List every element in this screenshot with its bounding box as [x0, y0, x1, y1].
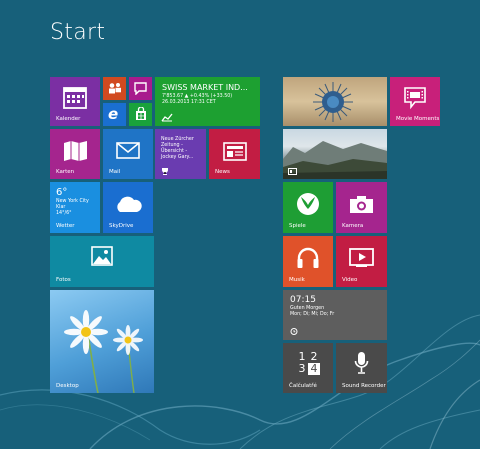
alarm-clock-icon: [290, 328, 298, 335]
tile-finance[interactable]: SWISS MARKET IND... 7'853.67 ▲ +0.43% (+…: [155, 77, 260, 126]
tile-musik[interactable]: Musik: [283, 236, 333, 287]
tile-label: Video: [342, 277, 358, 283]
internet-explorer-icon: e: [108, 105, 119, 123]
tile-desktop[interactable]: Desktop: [50, 290, 154, 393]
tile-label: Kamera: [342, 223, 364, 229]
sea-urchin-image: [313, 82, 353, 122]
tile-people[interactable]: [103, 77, 126, 100]
tile-photo-mountain[interactable]: [283, 129, 387, 179]
finance-headline: SWISS MARKET IND...: [162, 83, 248, 92]
tile-fotos[interactable]: Fotos: [50, 236, 154, 287]
trend-chart-icon: [161, 113, 173, 122]
people-icon: [109, 83, 121, 94]
envelope-icon: [116, 142, 140, 159]
tile-karten[interactable]: Karten: [50, 129, 100, 179]
tile-video[interactable]: Video: [336, 236, 387, 287]
video-play-icon: [349, 248, 374, 267]
tile-label: Musik: [289, 277, 305, 283]
cloud-icon: [117, 196, 142, 212]
tile-label: Fotos: [56, 277, 71, 283]
calc-digit: 4: [308, 363, 320, 375]
tile-internet-explorer[interactable]: e: [103, 103, 126, 126]
filmstrip-icon: [404, 87, 426, 110]
tile-news[interactable]: News: [209, 129, 260, 179]
start-title: Start: [50, 20, 106, 45]
microphone-icon: [354, 352, 369, 374]
photos-app-icon: [288, 168, 297, 175]
clock-time: 07:15: [290, 295, 316, 305]
tile-label: Wetter: [56, 223, 75, 229]
tile-store[interactable]: [129, 103, 152, 126]
tile-label: SkyDrive: [109, 223, 134, 229]
clock-days: Mon; Di; Mi; Do; Fr: [290, 312, 335, 317]
camera-icon: [350, 196, 373, 213]
tile-label: Kalender: [56, 116, 81, 122]
tile-label: Spiele: [289, 223, 306, 229]
tile-label: Movie Moments: [396, 116, 440, 122]
tile-sound-recorder[interactable]: Sound Recorder: [336, 343, 387, 393]
tile-label: Čalčulatřé: [289, 383, 317, 389]
tile-label: News: [215, 169, 230, 175]
tile-alarm-clock[interactable]: 07:15 Guten Morgen Mon; Di; Mi; Do; Fr: [283, 290, 387, 340]
trophy-icon: [162, 168, 168, 175]
headphones-icon: [297, 247, 319, 268]
weather-range: 14°/6°: [56, 211, 72, 216]
xbox-icon: [297, 193, 319, 215]
mountain-image: [283, 141, 387, 179]
tile-news-alert[interactable]: Neue Zürcher Zeitung - Übersicht - Jocke…: [155, 129, 206, 179]
tile-label: Sound Recorder: [342, 383, 386, 389]
tile-kalender[interactable]: Kalender: [50, 77, 100, 126]
tile-calculator[interactable]: 1 2 3 4 Čalčulatřé: [283, 343, 333, 393]
chat-bubble-icon: [134, 82, 147, 95]
map-icon: [64, 141, 87, 161]
photo-icon: [91, 246, 113, 266]
tile-messaging[interactable]: [129, 77, 152, 100]
calculator-icon: 1 2 3 4: [296, 351, 320, 375]
news-alert-text: Neue Zürcher Zeitung - Übersicht - Jocke…: [161, 137, 194, 160]
tile-label: Desktop: [56, 383, 79, 389]
daisy-wallpaper: [64, 310, 143, 393]
newspaper-icon: [223, 142, 247, 161]
calendar-icon: [63, 87, 87, 109]
weather-temperature: 6°: [56, 187, 68, 198]
calc-digit: 3: [298, 362, 306, 375]
tile-wetter[interactable]: 6° New York City Klar 14°/6° Wetter: [50, 182, 100, 233]
tile-spiele[interactable]: Spiele: [283, 182, 333, 233]
tile-photo-sea-urchin[interactable]: [283, 77, 387, 126]
tile-skydrive[interactable]: SkyDrive: [103, 182, 153, 233]
tile-label: Mail: [109, 169, 121, 175]
tile-mail[interactable]: Mail: [103, 129, 153, 179]
finance-timestamp: 26.03.2013 17:31 CET: [162, 100, 216, 105]
tile-movie-moments[interactable]: Movie Moments: [390, 77, 440, 126]
shopping-bag-icon: [136, 107, 146, 120]
tile-label: Karten: [56, 169, 75, 175]
tile-kamera[interactable]: Kamera: [336, 182, 387, 233]
